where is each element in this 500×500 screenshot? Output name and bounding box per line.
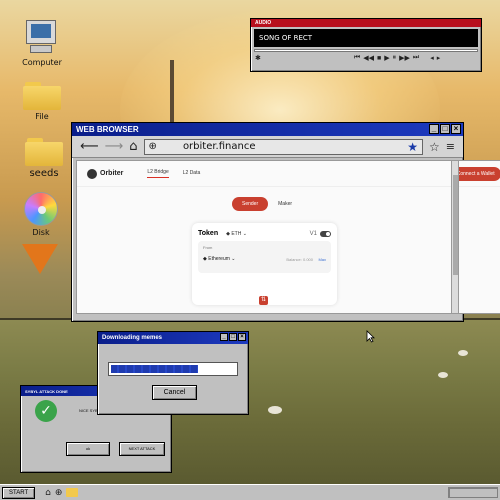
desktop-icon-label: seeds [29, 168, 59, 179]
nav-l2-data[interactable]: L2 Data [183, 170, 201, 178]
dialog-titlebar[interactable]: Downloading memes _ □ × [98, 332, 248, 344]
mode-switch: Sender Maker [232, 197, 302, 211]
orbiter-logo-icon [87, 168, 97, 179]
success-check-icon: ✓ [35, 400, 57, 422]
tab-sender[interactable]: Sender [232, 197, 269, 211]
globe-icon[interactable]: ⊕ [55, 488, 63, 498]
vertical-scrollbar[interactable] [451, 160, 459, 314]
mouse-cursor-icon [366, 330, 375, 343]
window-title: AUDIO [255, 20, 272, 26]
folder-icon [23, 82, 61, 110]
desktop-icon-label: Disk [32, 228, 50, 237]
taskbar: START ⌂ ⊕ [0, 484, 500, 500]
token-label: Token [198, 230, 219, 237]
sheep [268, 406, 282, 414]
cancel-button[interactable]: Cancel [152, 385, 197, 400]
skip-forward-icon[interactable]: ⏭ [413, 54, 419, 62]
home-icon[interactable]: ⌂ [129, 139, 137, 154]
ok-button[interactable]: ok [66, 442, 110, 456]
pause-icon[interactable]: ⏸ [393, 54, 397, 62]
version-toggle[interactable] [320, 230, 331, 237]
volume-down-icon[interactable]: ◂ [430, 54, 434, 62]
maximize-button[interactable]: □ [229, 333, 237, 341]
computer-icon [24, 20, 60, 56]
site-header: Orbiter L2 Bridge L2 Data Connect a Wall… [77, 161, 500, 187]
close-button[interactable]: × [451, 124, 461, 134]
menu-icon[interactable]: ≡ [446, 140, 455, 153]
audio-controls: ✱ ⏮ ◀◀ ■ ▶ ⏸ ▶▶ ⏭ ◂ ▸ [251, 52, 481, 64]
site-logo[interactable]: Orbiter [100, 170, 123, 177]
sheep [458, 350, 468, 356]
window-title: SYBYL ATTACK DONE [25, 388, 68, 394]
swap-direction-icon[interactable]: ⇅ [259, 296, 268, 305]
version-switch[interactable]: V1 [309, 230, 331, 237]
globe-icon: ⊕ [148, 141, 157, 152]
seek-bar[interactable] [254, 49, 478, 52]
close-button[interactable]: × [238, 333, 246, 341]
balance-text: Balance: 0.000 [286, 257, 313, 262]
page-viewport: Orbiter L2 Bridge L2 Data Connect a Wall… [76, 160, 500, 314]
maximize-button[interactable]: □ [440, 124, 450, 134]
home-icon[interactable]: ⌂ [45, 488, 51, 498]
audio-player-window: AUDIO SONG OF RECT ✱ ⏮ ◀◀ ■ ▶ ⏸ ▶▶ ⏭ ◂ ▸ [250, 18, 482, 72]
download-dialog: Downloading memes _ □ × Cancel [97, 331, 249, 415]
desktop-icon-seeds[interactable]: seeds [14, 138, 74, 179]
from-panel: From ◆ Ethereum ⌄ Balance: 0.000 Max [198, 241, 331, 273]
download-progress-bar [108, 362, 238, 376]
from-label: From [203, 245, 213, 250]
volume-up-icon[interactable]: ▸ [437, 54, 441, 62]
forward-arrow-icon[interactable]: ⟶ [105, 139, 124, 154]
bridge-card: Token ◆ ETH ⌄ V1 From ◆ Ethereum ⌄ Balan… [192, 223, 337, 305]
rewind-icon[interactable]: ◀◀ [363, 54, 374, 62]
stop-icon[interactable]: ■ [377, 55, 381, 62]
browser-titlebar[interactable]: WEB BROWSER _ □ × [72, 123, 463, 136]
minimize-button[interactable]: _ [429, 124, 439, 134]
track-name: SONG OF RECT [259, 34, 313, 42]
desktop-icon-label: Computer [22, 58, 62, 67]
start-button[interactable]: START [2, 486, 36, 499]
progress-fill [111, 365, 198, 373]
folder-icon[interactable] [66, 488, 79, 497]
tab-maker[interactable]: Maker [268, 197, 302, 211]
metamask-fox-icon [22, 244, 58, 274]
browser-window: WEB BROWSER _ □ × ⟵ ⟶ ⌂ ⊕ orbiter.financ… [71, 122, 500, 322]
settings-icon[interactable]: ✱ [255, 54, 261, 62]
window-title: Downloading memes [102, 335, 163, 341]
desktop-icon-computer[interactable]: Computer [12, 20, 72, 67]
favorites-star-icon[interactable]: ☆ [429, 140, 440, 154]
back-arrow-icon[interactable]: ⟵ [80, 139, 99, 154]
disk-icon [24, 192, 58, 226]
address-bar[interactable]: ⊕ orbiter.finance ★ [143, 138, 424, 155]
skip-back-icon[interactable]: ⏮ [354, 54, 360, 62]
desktop-icon-file[interactable]: File [12, 82, 72, 121]
nav-l2-bridge[interactable]: L2 Bridge [147, 169, 169, 178]
bookmark-star-icon[interactable]: ★ [407, 140, 418, 154]
minimize-button[interactable]: _ [220, 333, 228, 341]
browser-toolbar: ⟵ ⟶ ⌂ ⊕ orbiter.finance ★ ☆ ≡ [72, 136, 463, 158]
folder-icon [25, 138, 63, 166]
url-text: orbiter.finance [182, 141, 256, 152]
system-tray [448, 487, 498, 498]
sheep [438, 372, 448, 378]
desktop-icon-label: File [35, 112, 49, 121]
fast-forward-icon[interactable]: ▶▶ [399, 54, 410, 62]
desktop-icon-disk[interactable]: Disk [11, 192, 71, 237]
track-display: SONG OF RECT [254, 29, 478, 47]
max-button[interactable]: Max [318, 257, 326, 262]
version-label: V1 [309, 230, 317, 237]
play-icon[interactable]: ▶ [384, 54, 389, 62]
desktop-icon-metamask[interactable] [10, 244, 70, 274]
token-select[interactable]: ◆ ETH ⌄ [226, 231, 247, 237]
window-title: WEB BROWSER [76, 125, 139, 134]
next-attack-button[interactable]: NEXT ATTACK [119, 442, 165, 456]
audio-titlebar[interactable]: AUDIO [251, 19, 481, 27]
windmill-silhouette [170, 60, 174, 130]
